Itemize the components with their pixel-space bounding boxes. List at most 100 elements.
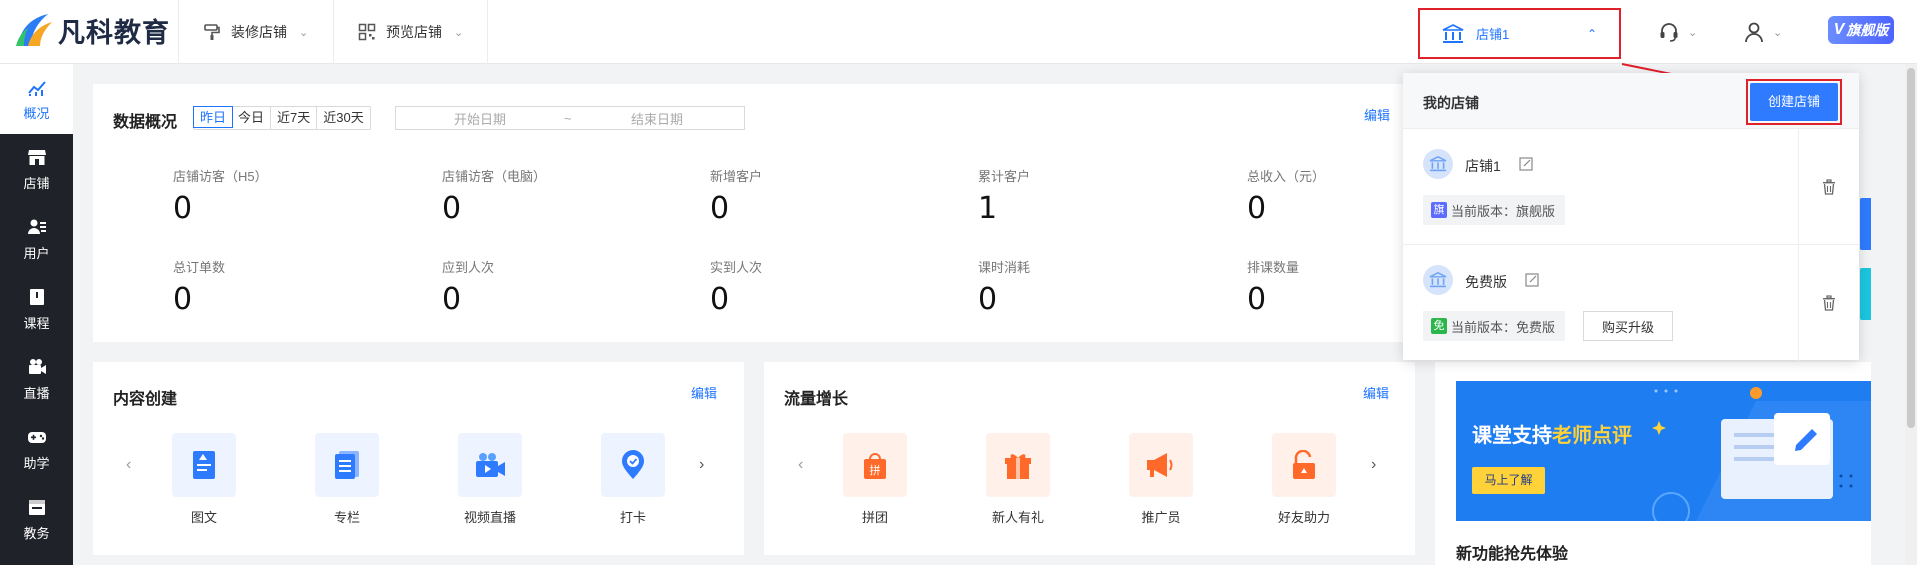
- traffic-growth-edit-link[interactable]: 编辑: [1363, 383, 1389, 402]
- brand-name: 凡科教育: [58, 17, 170, 48]
- decorate-store-menu[interactable]: 装修店铺 ⌄: [178, 0, 332, 64]
- video-icon: [28, 358, 46, 374]
- tile-friend-help[interactable]: 好友助力: [1272, 433, 1336, 526]
- chevron-up-icon: ⌃: [1586, 26, 1597, 41]
- metric-actual-attendance: 实到人次 0: [710, 257, 940, 317]
- page-scrollbar[interactable]: [1905, 64, 1917, 565]
- learn-more-button[interactable]: 马上了解: [1472, 467, 1545, 494]
- new-feature-title: 新功能抢先体验: [1456, 546, 1569, 563]
- unlock-icon: [1293, 450, 1315, 479]
- shop-icon: [27, 149, 46, 165]
- bank-icon: [1429, 156, 1447, 172]
- chevron-left-icon[interactable]: ‹: [126, 456, 131, 474]
- tile-label: 推广员: [1141, 510, 1181, 525]
- metric-total-customers: 累计客户 1: [978, 166, 1208, 226]
- tile-promoter[interactable]: 推广员: [1129, 433, 1193, 526]
- create-store-button[interactable]: 创建店铺: [1746, 79, 1842, 125]
- top-bar: 凡科教育 装修店铺 ⌄ 预览店铺 ⌄ 店铺1 ⌃ ⌄ ⌄ V 旗舰版: [0, 0, 1917, 64]
- brand-logo[interactable]: 凡科教育: [14, 10, 170, 50]
- chevron-down-icon: ⌄: [454, 26, 464, 39]
- range-tab-30days[interactable]: 近30天: [317, 107, 369, 129]
- sidebar-item-label: 助学: [23, 455, 50, 471]
- end-date-placeholder[interactable]: 结束日期: [631, 109, 683, 128]
- create-store-label: 创建店铺: [1750, 83, 1838, 121]
- range-tab-today[interactable]: 今日: [232, 107, 272, 129]
- metric-value: 0: [442, 282, 462, 317]
- range-tab-yesterday[interactable]: 昨日: [193, 106, 234, 128]
- store-selector[interactable]: 店铺1 ⌃: [1418, 8, 1621, 59]
- chevron-down-icon: ⌄: [1688, 26, 1698, 39]
- free-badge-icon: 免: [1431, 318, 1447, 334]
- current-store-name: 店铺1: [1476, 27, 1510, 42]
- sidebar-item-study-aid[interactable]: 助学: [0, 414, 73, 484]
- edit-icon[interactable]: [1519, 157, 1533, 171]
- sidebar-item-academic[interactable]: 教务: [0, 484, 73, 554]
- tile-group-buy[interactable]: 拼 拼团: [843, 433, 907, 526]
- tile-checkin[interactable]: 打卡: [601, 433, 665, 526]
- vip-badge[interactable]: V 旗舰版: [1828, 16, 1894, 44]
- v-logo-icon: V: [1833, 21, 1845, 38]
- vip-label: 旗舰版: [1846, 22, 1889, 38]
- edit-icon[interactable]: [1525, 273, 1539, 287]
- chevron-left-icon[interactable]: ‹: [798, 456, 803, 474]
- tile-video-live[interactable]: 视频直播: [458, 433, 522, 526]
- preview-store-menu[interactable]: 预览店铺 ⌄: [333, 0, 489, 64]
- overview-edit-link[interactable]: 编辑: [1364, 105, 1390, 124]
- start-date-placeholder[interactable]: 开始日期: [454, 109, 506, 128]
- teacher-review-banner[interactable]: 课堂支持老师点评 马上了解: [1456, 381, 1871, 521]
- date-range-picker[interactable]: 开始日期 ~ 结束日期: [395, 106, 745, 130]
- sidebar-item-live[interactable]: 直播: [0, 344, 73, 414]
- sidebar-item-users[interactable]: 用户: [0, 204, 73, 274]
- tile-newcomer-gift[interactable]: 新人有礼: [986, 433, 1050, 526]
- date-separator: ~: [564, 110, 572, 126]
- buy-upgrade-button[interactable]: 购买升级: [1583, 311, 1673, 341]
- chevron-right-icon[interactable]: ›: [1371, 456, 1376, 474]
- metric-value: 0: [978, 282, 998, 317]
- scrollbar-thumb[interactable]: [1907, 68, 1915, 428]
- sidebar: 概况 店铺 用户 课程 直播 助学 教务: [0, 64, 73, 565]
- content-creation-edit-link[interactable]: 编辑: [691, 383, 717, 402]
- trash-icon[interactable]: [1822, 295, 1836, 311]
- support-menu[interactable]: ⌄: [1658, 16, 1697, 48]
- article-icon: [193, 451, 215, 479]
- banner-title: 课堂支持老师点评: [1472, 419, 1632, 448]
- version-text: 当前版本：旗舰版: [1451, 203, 1556, 219]
- column-icon: [335, 451, 359, 479]
- side-cyan-block: [1860, 268, 1871, 320]
- tile-column[interactable]: 专栏: [315, 433, 379, 526]
- chart-icon: [27, 80, 46, 96]
- flagship-badge-icon: 旗: [1431, 202, 1447, 218]
- sidebar-item-label: 直播: [23, 385, 50, 401]
- megaphone-icon: [1147, 453, 1173, 477]
- tile-label: 视频直播: [463, 510, 516, 525]
- store-row[interactable]: 免费版 免 当前版本：免费版 购买升级: [1403, 244, 1859, 361]
- tile-label: 新人有礼: [991, 510, 1044, 525]
- metric-value: 0: [710, 191, 730, 226]
- banner-decoration-icon: [1652, 387, 1871, 521]
- traffic-growth-title: 流量增长: [784, 391, 849, 408]
- calendar-icon: [28, 499, 45, 515]
- user-menu[interactable]: ⌄: [1743, 16, 1782, 48]
- store-name: 免费版: [1465, 274, 1507, 290]
- store-row[interactable]: 店铺1 旗 当前版本：旗舰版: [1403, 128, 1859, 245]
- chevron-right-icon[interactable]: ›: [699, 456, 704, 474]
- tile-article[interactable]: 图文: [172, 433, 236, 526]
- range-tab-7days[interactable]: 近7天: [271, 107, 318, 129]
- paint-roller-icon: [204, 24, 220, 40]
- gamepad-icon: [27, 431, 46, 443]
- metric-label: 新增客户: [710, 169, 763, 184]
- sidebar-item-store[interactable]: 店铺: [0, 134, 73, 204]
- version-tag: 免 当前版本：免费版: [1423, 311, 1566, 341]
- tile-label: 拼团: [861, 510, 888, 525]
- sidebar-item-course[interactable]: 课程: [0, 274, 73, 344]
- sidebar-item-overview[interactable]: 概况: [0, 64, 73, 134]
- tile-label: 专栏: [333, 510, 360, 525]
- metric-expected-attendance: 应到人次 0: [442, 257, 672, 317]
- headset-icon: [1660, 23, 1678, 42]
- metric-value: 0: [173, 282, 193, 317]
- metric-pc-visitors: 店铺访客（电脑） 0: [442, 166, 672, 226]
- users-icon: [27, 219, 46, 234]
- trash-icon[interactable]: [1822, 179, 1836, 195]
- metric-value: 0: [710, 282, 730, 317]
- sidebar-item-label: 教务: [23, 525, 50, 541]
